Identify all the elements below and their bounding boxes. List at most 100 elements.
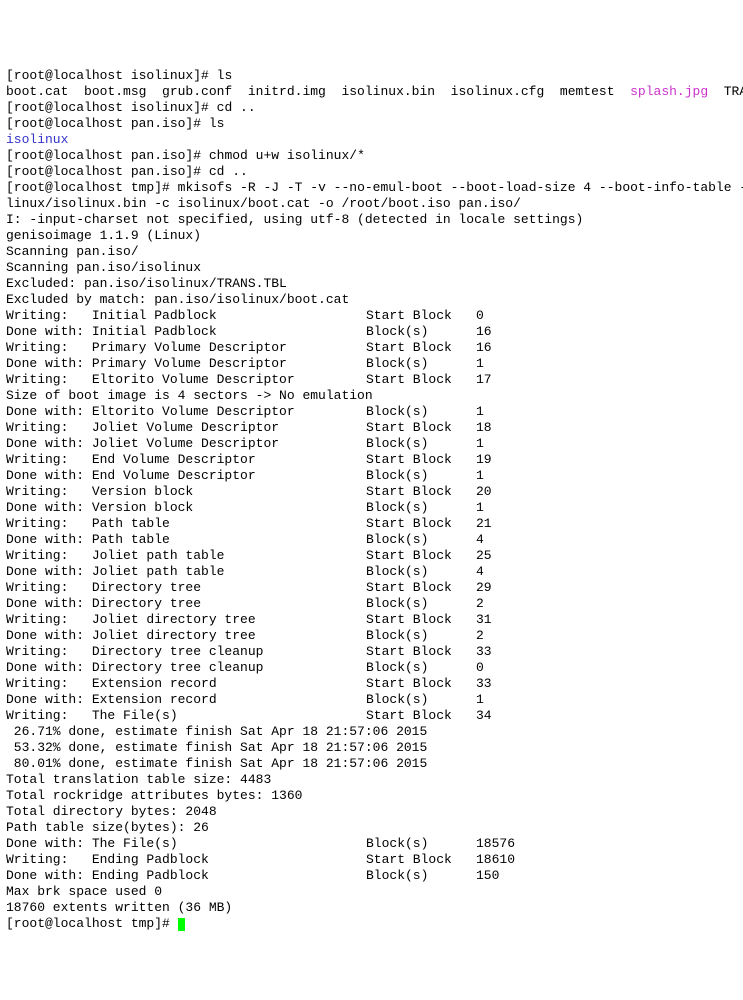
output-col: Block(s): [366, 660, 476, 676]
output-col: Block(s): [366, 404, 476, 420]
cmd: cd ..: [209, 164, 248, 179]
output-line: 80.01% done, estimate finish Sat Apr 18 …: [6, 756, 427, 771]
ls-output: boot.cat boot.msg grub.conf initrd.img i…: [6, 84, 630, 99]
output-col: Done with: Extension record: [6, 692, 366, 708]
output-line: Size of boot image is 4 sectors -> No em…: [6, 388, 373, 403]
prompt: [root@localhost tmp]#: [6, 180, 178, 195]
output-col: Writing: Extension record: [6, 676, 366, 692]
cmd: cd ..: [217, 100, 256, 115]
output-col: Writing: Directory tree cleanup: [6, 644, 366, 660]
ls-output: TRANS.TBL ves: [708, 84, 743, 99]
output-line: Scanning pan.iso/isolinux: [6, 260, 201, 275]
output-col: Done with: Ending Padblock: [6, 868, 366, 884]
output-col: 1: [476, 500, 484, 515]
output-line: genisoimage 1.1.9 (Linux): [6, 228, 201, 243]
cursor-icon[interactable]: [178, 918, 185, 931]
output-col: 16: [476, 324, 492, 339]
output-col: Block(s): [366, 324, 476, 340]
output-col: 18610: [476, 852, 515, 867]
output-col: Done with: Directory tree: [6, 596, 366, 612]
output-line: Total directory bytes: 2048: [6, 804, 217, 819]
prompt: [root@localhost isolinux]#: [6, 68, 217, 83]
output-col: Block(s): [366, 628, 476, 644]
output-col: 150: [476, 868, 499, 883]
output-col: 18: [476, 420, 492, 435]
file-image: splash.jpg: [630, 84, 708, 99]
output-col: Done with: Joliet path table: [6, 564, 366, 580]
output-col: Start Block: [366, 340, 476, 356]
output-col: Writing: The File(s): [6, 708, 366, 724]
output-col: 0: [476, 660, 484, 675]
output-col: 1: [476, 404, 484, 419]
output-col: Done with: Path table: [6, 532, 366, 548]
output-line: I: -input-charset not specified, using u…: [6, 212, 583, 227]
output-col: 19: [476, 452, 492, 467]
output-col: Writing: Joliet directory tree: [6, 612, 366, 628]
output-col: Block(s): [366, 532, 476, 548]
output-col: Writing: Initial Padblock: [6, 308, 366, 324]
output-col: Done with: End Volume Descriptor: [6, 468, 366, 484]
output-col: Start Block: [366, 372, 476, 388]
output-col: Start Block: [366, 644, 476, 660]
output-col: 21: [476, 516, 492, 531]
output-col: Block(s): [366, 356, 476, 372]
output-col: Done with: The File(s): [6, 836, 366, 852]
cmd-cont: linux/isolinux.bin -c isolinux/boot.cat …: [6, 196, 521, 211]
output-col: Done with: Joliet Volume Descriptor: [6, 436, 366, 452]
output-col: Block(s): [366, 692, 476, 708]
cmd: mkisofs -R -J -T -v --no-emul-boot --boo…: [178, 180, 743, 195]
output-col: 16: [476, 340, 492, 355]
output-col: Writing: End Volume Descriptor: [6, 452, 366, 468]
output-line: 53.32% done, estimate finish Sat Apr 18 …: [6, 740, 427, 755]
cmd: chmod u+w isolinux/*: [209, 148, 365, 163]
output-col: 0: [476, 308, 484, 323]
output-col: Writing: Joliet Volume Descriptor: [6, 420, 366, 436]
output-col: 1: [476, 468, 484, 483]
output-col: 34: [476, 708, 492, 723]
output-line: 26.71% done, estimate finish Sat Apr 18 …: [6, 724, 427, 739]
cmd: ls: [217, 68, 233, 83]
output-col: 2: [476, 596, 484, 611]
output-col: 33: [476, 644, 492, 659]
output-col: Start Block: [366, 676, 476, 692]
output-col: 4: [476, 564, 484, 579]
output-col: 29: [476, 580, 492, 595]
output-col: 17: [476, 372, 492, 387]
terminal-output[interactable]: [root@localhost isolinux]# ls boot.cat b…: [6, 68, 743, 931]
output-col: Start Block: [366, 612, 476, 628]
output-col: 31: [476, 612, 492, 627]
output-col: Done with: Joliet directory tree: [6, 628, 366, 644]
output-col: Writing: Eltorito Volume Descriptor: [6, 372, 366, 388]
output-col: Writing: Joliet path table: [6, 548, 366, 564]
output-line: Path table size(bytes): 26: [6, 820, 209, 835]
prompt: [root@localhost isolinux]#: [6, 100, 217, 115]
output-col: Writing: Version block: [6, 484, 366, 500]
output-col: Block(s): [366, 836, 476, 852]
output-col: Writing: Ending Padblock: [6, 852, 366, 868]
output-col: Block(s): [366, 564, 476, 580]
output-line: Excluded by match: pan.iso/isolinux/boot…: [6, 292, 349, 307]
output-col: 2: [476, 628, 484, 643]
output-col: Start Block: [366, 708, 476, 724]
output-col: 4: [476, 532, 484, 547]
output-col: Start Block: [366, 308, 476, 324]
output-col: Start Block: [366, 548, 476, 564]
prompt: [root@localhost pan.iso]#: [6, 148, 209, 163]
output-col: Done with: Eltorito Volume Descriptor: [6, 404, 366, 420]
output-line: 18760 extents written (36 MB): [6, 900, 232, 915]
output-col: Start Block: [366, 484, 476, 500]
output-line: Max brk space used 0: [6, 884, 162, 899]
output-col: Start Block: [366, 852, 476, 868]
output-col: Done with: Version block: [6, 500, 366, 516]
output-line: Total translation table size: 4483: [6, 772, 271, 787]
output-col: Done with: Initial Padblock: [6, 324, 366, 340]
output-col: 33: [476, 676, 492, 691]
prompt: [root@localhost pan.iso]#: [6, 116, 209, 131]
output-col: Start Block: [366, 580, 476, 596]
output-line: Excluded: pan.iso/isolinux/TRANS.TBL: [6, 276, 287, 291]
output-col: 20: [476, 484, 492, 499]
output-col: 1: [476, 692, 484, 707]
cmd: ls: [209, 116, 225, 131]
output-col: Start Block: [366, 516, 476, 532]
prompt: [root@localhost tmp]#: [6, 916, 178, 931]
